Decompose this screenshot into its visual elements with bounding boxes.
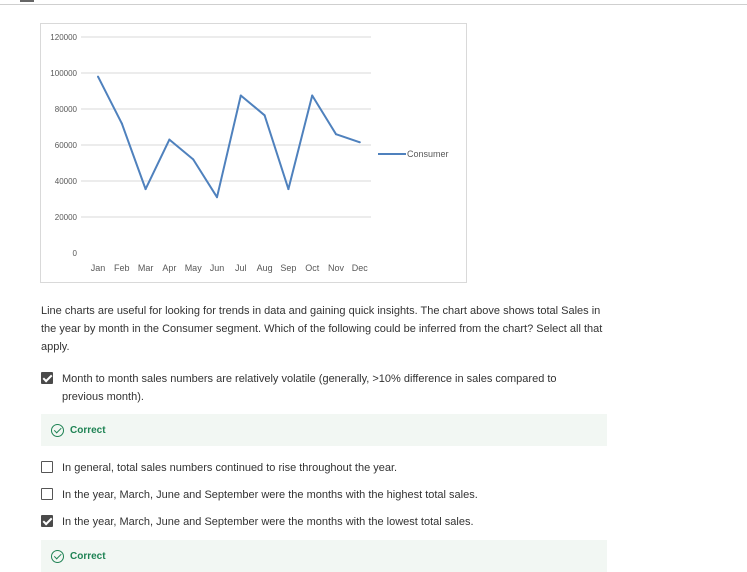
- data-point: [192, 158, 195, 161]
- x-tick-label: Jul: [235, 263, 247, 273]
- y-tick-label: 20000: [55, 213, 78, 222]
- x-tick-label: Mar: [138, 263, 154, 273]
- x-tick-label: Dec: [352, 263, 369, 273]
- x-tick-label: May: [185, 263, 203, 273]
- feedback-label: Correct: [70, 550, 106, 562]
- data-point: [263, 114, 266, 117]
- y-tick-label: 60000: [55, 141, 78, 150]
- option-volatile[interactable]: Month to month sales numbers are relativ…: [41, 370, 572, 406]
- option-highest[interactable]: In the year, March, June and September w…: [41, 486, 572, 504]
- data-point: [144, 188, 147, 191]
- y-tick-label: 0: [73, 249, 78, 258]
- option-label: Month to month sales numbers are relativ…: [62, 373, 557, 403]
- option-label: In general, total sales numbers continue…: [62, 462, 398, 474]
- data-point: [168, 138, 171, 141]
- legend-label: Consumer: [407, 149, 449, 159]
- x-tick-label: Sep: [280, 263, 296, 273]
- data-point: [358, 141, 361, 144]
- option-label: In the year, March, June and September w…: [62, 516, 474, 528]
- question-text: Line charts are useful for looking for t…: [41, 305, 603, 353]
- x-tick-label: Apr: [162, 263, 176, 273]
- y-tick-label: 100000: [50, 69, 77, 78]
- y-tick-label: 40000: [55, 177, 78, 186]
- x-tick-label: Oct: [305, 263, 320, 273]
- data-point: [97, 75, 99, 78]
- checkbox-empty-icon[interactable]: [41, 461, 53, 473]
- top-divider: [0, 4, 747, 5]
- x-tick-label: Jan: [91, 263, 106, 273]
- sales-line-chart: 0 20000 40000 60000 80000 100000 120000 Jan Feb M…: [40, 23, 467, 283]
- y-tick-label: 80000: [55, 105, 78, 114]
- x-tick-label: Nov: [328, 263, 345, 273]
- data-point: [335, 133, 337, 136]
- data-point: [216, 196, 218, 199]
- data-point: [120, 122, 123, 125]
- x-tick-label: Jun: [210, 263, 225, 273]
- checkbox-checked-icon[interactable]: [41, 372, 53, 384]
- data-point: [311, 94, 314, 97]
- feedback-correct: Correct: [41, 540, 607, 572]
- feedback-correct: Correct: [41, 414, 607, 446]
- x-tick-label: Aug: [257, 263, 273, 273]
- check-circle-icon: [51, 549, 64, 563]
- x-tick-label: Feb: [114, 263, 130, 273]
- feedback-label: Correct: [70, 424, 106, 436]
- series-line-consumer: [97, 76, 361, 199]
- option-label: In the year, March, June and September w…: [62, 489, 478, 501]
- y-tick-label: 120000: [50, 33, 77, 42]
- check-circle-icon: [51, 423, 64, 437]
- data-point: [287, 188, 290, 191]
- checkbox-checked-icon[interactable]: [41, 515, 53, 527]
- data-point: [239, 94, 242, 97]
- option-rising[interactable]: In general, total sales numbers continue…: [41, 459, 572, 477]
- checkbox-empty-icon[interactable]: [41, 488, 53, 500]
- option-lowest[interactable]: In the year, March, June and September w…: [41, 513, 572, 531]
- top-left-mark: [20, 0, 34, 2]
- chart-svg: 0 20000 40000 60000 80000 100000 120000 Jan Feb M…: [50, 33, 449, 273]
